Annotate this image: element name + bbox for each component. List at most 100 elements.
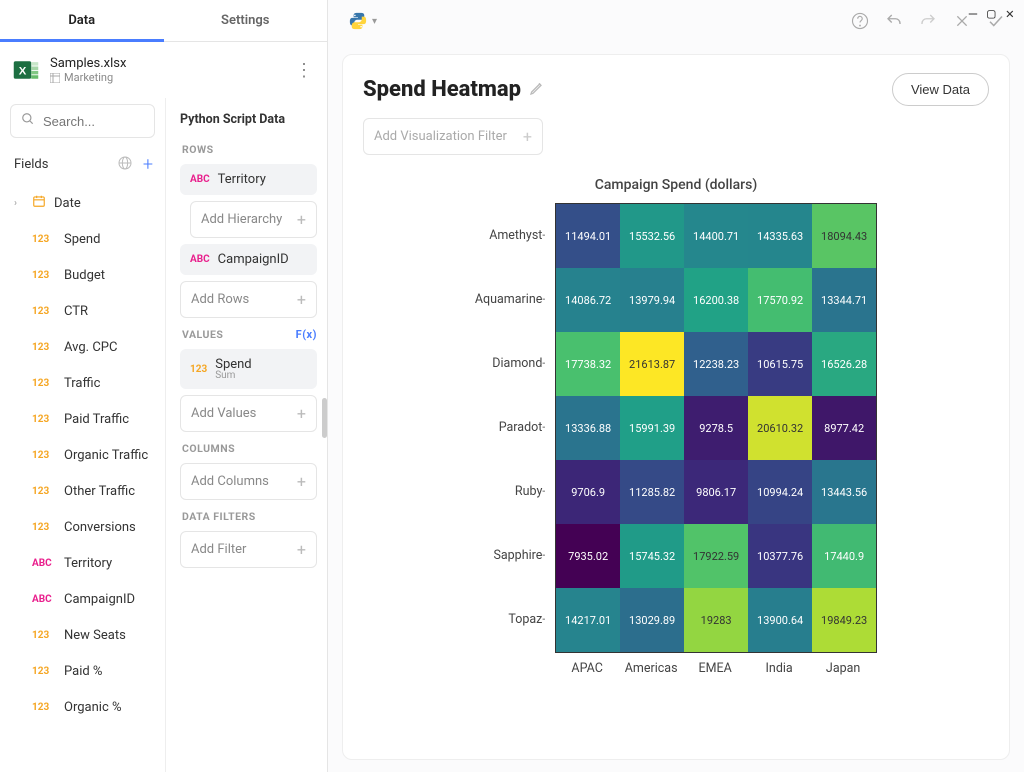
window-minimize-icon[interactable]: — [969,6,977,22]
field-label: Organic % [64,700,122,715]
field-label: CTR [64,304,88,319]
heatmap-cell: 21613.87 [620,332,684,396]
fields-column: Fields + ›Date123Spend123Budget123CTR123… [0,98,166,772]
field-item-paid-traffic[interactable]: 123Paid Traffic [0,401,161,437]
type-badge: 123 [32,522,56,533]
field-item-paid-[interactable]: 123Paid % [0,653,161,689]
file-name: Samples.xlsx [50,56,126,71]
help-icon[interactable] [846,7,874,35]
window-close-icon[interactable]: ✕ [1006,6,1014,22]
chart-title: Spend Heatmap [363,77,521,102]
add-viz-filter[interactable]: Add Visualization Filter + [363,118,543,155]
field-item-campaignid[interactable]: ABCCampaignID [0,581,161,617]
heatmap-cell: 18094.43 [812,204,876,268]
x-axis-label: Americas [619,653,683,676]
columns-label: COLUMNS [182,442,317,455]
edit-title-icon[interactable] [529,77,545,102]
y-axis-label: Topaz - [475,587,555,651]
field-item-organic-[interactable]: 123Organic % [0,689,161,725]
left-pane: Data Settings X Samples.xlsx Marketing ⋮ [0,0,328,772]
values-add[interactable]: Add Values+ [180,395,317,432]
type-badge: ABC [32,558,56,569]
plus-icon: + [523,127,532,146]
rows-chip-territory[interactable]: ABCTerritory [180,164,317,195]
field-item-date[interactable]: ›Date [0,185,161,221]
svg-text:X: X [19,65,27,77]
rows-add[interactable]: Add Rows+ [180,281,317,318]
rows-chip-campaignid[interactable]: ABC CampaignID [180,244,317,275]
file-menu-icon[interactable]: ⋮ [295,60,313,81]
chevron-down-icon: ▾ [372,16,377,27]
tabs: Data Settings [0,0,327,42]
field-label: New Seats [64,628,126,643]
heatmap-cell: 11494.01 [556,204,620,268]
card-header: Spend Heatmap View Data [363,73,989,106]
type-badge: 123 [32,378,56,389]
field-label: Traffic [64,376,100,391]
heatmap-cell: 13443.56 [812,460,876,524]
view-data-button[interactable]: View Data [892,73,989,106]
type-badge: 123 [32,486,56,497]
filters-add[interactable]: Add Filter+ [180,531,317,568]
globe-icon[interactable] [117,155,133,175]
plus-icon: + [297,290,306,309]
heatmap-cell: 17570.92 [748,268,812,332]
window-maximize-icon[interactable]: ▢ [987,6,995,22]
heatmap-cell: 15532.56 [620,204,684,268]
chip-label: CampaignID [218,252,289,267]
excel-icon: X [12,56,40,84]
heatmap-cell: 13979.94 [620,268,684,332]
columns-add[interactable]: Add Columns+ [180,463,317,500]
heatmap-cell: 8977.42 [812,396,876,460]
heatmap-cell: 13029.89 [620,588,684,652]
field-label: Organic Traffic [64,448,148,463]
field-label: CampaignID [64,592,135,607]
redo-icon[interactable] [914,7,942,35]
tab-data[interactable]: Data [0,0,164,41]
values-chip-spend[interactable]: 123SpendSum [180,349,317,389]
heatmap-cell: 17440.9 [812,524,876,588]
heatmap-cell: 11285.82 [620,460,684,524]
rows-add[interactable]: Add Hierarchy+ [190,201,317,238]
plus-icon: + [297,210,306,229]
field-item-traffic[interactable]: 123 Traffic [0,365,161,401]
heatmap-cell: 12238.23 [684,332,748,396]
heatmap-cell: 17922.59 [684,524,748,588]
field-item-conversions[interactable]: 123 Conversions [0,509,161,545]
field-item-other-traffic[interactable]: 123Other Traffic [0,473,161,509]
heatmap-grid: 11494.0115532.5614400.7114335.6318094.43… [555,203,877,653]
add-field-icon[interactable]: + [143,154,153,175]
heatmap-cell: 15991.39 [620,396,684,460]
type-badge: 123 [32,666,56,677]
fields-header: Fields + [0,148,165,181]
plus-icon: + [297,472,306,491]
field-item-avg-cpc[interactable]: 123Avg. CPC [0,329,161,365]
field-label: Paid Traffic [64,412,129,427]
field-label: Conversions [64,520,136,535]
field-item-ctr[interactable]: 123CTR [0,293,161,329]
x-axis-label: India [747,653,811,676]
field-item-spend[interactable]: 123Spend [0,221,161,257]
language-select[interactable]: ▾ [342,7,383,35]
fx-button[interactable]: F(x) [296,328,317,341]
x-axis-label: EMEA [683,653,747,676]
scrollbar[interactable] [322,398,327,438]
fields-label: Fields [14,157,48,172]
field-label: Avg. CPC [64,340,117,355]
y-axis-label: Ruby - [475,459,555,523]
field-item-territory[interactable]: ABCTerritory [0,545,161,581]
calendar-icon [32,194,46,212]
field-item-budget[interactable]: 123Budget [0,257,161,293]
y-axis-label: Paradot - [475,395,555,459]
undo-icon[interactable] [880,7,908,35]
type-badge: ABC [190,254,210,265]
field-label: Date [54,196,81,211]
heatmap-cell: 10994.24 [748,460,812,524]
heatmap-title: Campaign Spend (dollars) [595,177,758,193]
tab-settings[interactable]: Settings [164,0,328,41]
field-item-new-seats[interactable]: 123New Seats [0,617,161,653]
heatmap-cell: 9706.9 [556,460,620,524]
config-title: Python Script Data [180,112,317,127]
type-badge: 123 [32,450,56,461]
field-item-organic-traffic[interactable]: 123 Organic Traffic [0,437,161,473]
